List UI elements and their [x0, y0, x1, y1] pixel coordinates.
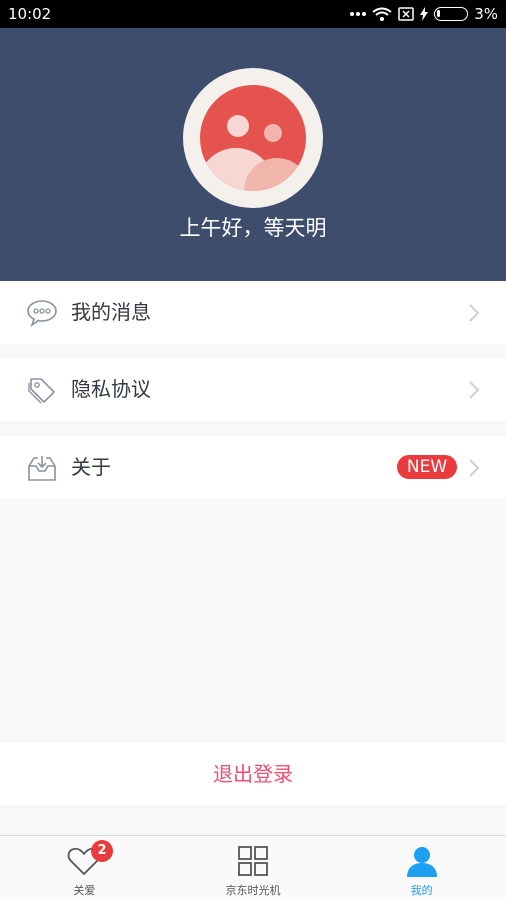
chevron-right-icon — [468, 303, 480, 323]
bottom-tab-bar: 2 关爱 京东时光机 我的 — [0, 835, 506, 900]
tab-care[interactable]: 2 关爱 — [0, 836, 169, 900]
menu-item-label: 关于 — [71, 455, 111, 479]
inbox-download-icon — [26, 452, 58, 484]
wifi-icon — [372, 7, 392, 21]
greeting-text: 上午好，等天明 — [179, 216, 327, 240]
chat-bubble-icon — [26, 297, 58, 329]
avatar[interactable] — [183, 68, 323, 208]
notification-badge: 2 — [91, 840, 113, 862]
tab-label: 关爱 — [73, 884, 96, 897]
new-badge: NEW — [397, 455, 457, 479]
tag-icon — [26, 374, 58, 406]
battery-level: 3% — [474, 5, 498, 23]
tab-mine[interactable]: 我的 — [337, 836, 506, 900]
dots-icon — [350, 11, 367, 17]
menu-item-messages[interactable]: 我的消息 — [0, 281, 506, 344]
menu-item-about[interactable]: 关于 NEW — [0, 436, 506, 499]
menu-item-label: 隐私协议 — [71, 377, 151, 401]
chevron-right-icon — [468, 458, 480, 478]
tab-label: 京东时光机 — [225, 884, 281, 897]
logout-button[interactable]: 退出登录 — [0, 743, 506, 805]
no-sim-icon — [398, 7, 414, 21]
user-icon — [406, 847, 437, 877]
chevron-right-icon — [468, 380, 480, 400]
tab-label: 我的 — [410, 884, 433, 897]
menu-item-label: 我的消息 — [71, 300, 151, 324]
status-time: 10:02 — [8, 5, 52, 23]
status-icons: 3% — [350, 5, 498, 23]
profile-header: 上午好，等天明 — [0, 28, 506, 281]
menu-item-privacy[interactable]: 隐私协议 — [0, 358, 506, 421]
grid-icon — [238, 846, 268, 876]
user-avatar-icon — [200, 85, 306, 191]
tab-time-machine[interactable]: 京东时光机 — [169, 836, 338, 900]
battery-icon — [434, 7, 469, 21]
status-bar: 10:02 3% — [0, 0, 506, 28]
charging-icon — [420, 7, 429, 21]
